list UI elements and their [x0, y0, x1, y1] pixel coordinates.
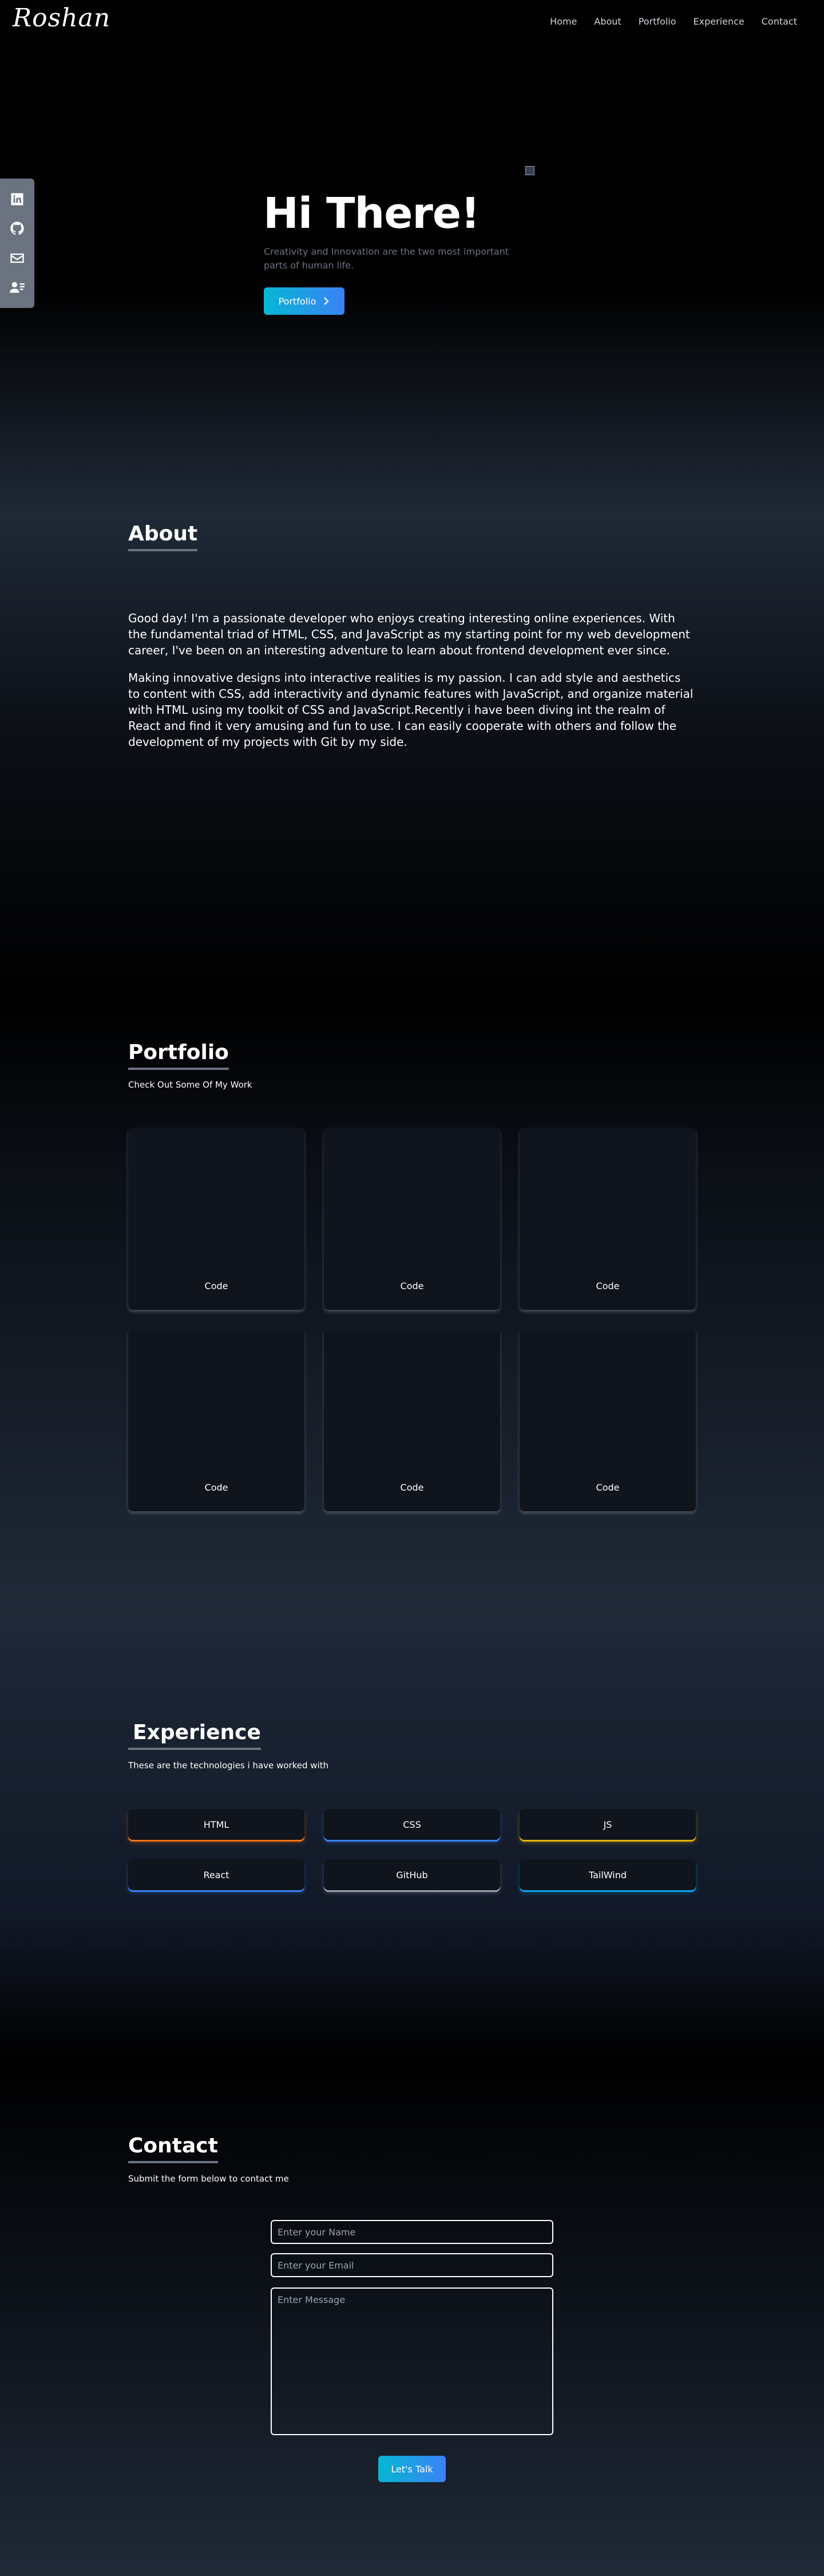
nav-home[interactable]: Home — [541, 16, 585, 27]
tech-html: HTML — [128, 1809, 304, 1840]
resume-icon[interactable] — [9, 279, 25, 295]
code-link[interactable]: Code — [324, 1281, 500, 1291]
github-icon[interactable] — [9, 220, 25, 236]
hero-subtitle: Creativity and Innovation are the two mo… — [264, 246, 509, 271]
about-title: About — [128, 522, 198, 551]
about-paragraph-2: Making innovative designs into interacti… — [128, 671, 694, 749]
message-textarea[interactable] — [271, 2287, 553, 2435]
tech-label: TailWind — [588, 1869, 627, 1880]
contact-title: Contact — [128, 2134, 218, 2163]
email-input[interactable] — [271, 2253, 553, 2277]
portfolio-card: Code — [520, 1329, 696, 1511]
code-link[interactable]: Code — [324, 1482, 500, 1493]
navbar: Roshan Home About Portfolio Experience C… — [0, 0, 824, 46]
page: Roshan Home About Portfolio Experience C… — [0, 0, 824, 2576]
code-link[interactable]: Code — [128, 1281, 304, 1291]
social-sidebar — [0, 179, 34, 308]
code-link[interactable]: Code — [520, 1281, 696, 1291]
experience-subtitle: These are the technologies i have worked… — [128, 1760, 329, 1771]
about-paragraph-1: Good day! I'm a passionate developer who… — [128, 611, 690, 657]
tech-tailwind: TailWind — [520, 1859, 696, 1890]
portfolio-card: Code — [128, 1329, 304, 1511]
portfolio-subtitle: Check Out Some Of My Work — [128, 1080, 252, 1090]
tech-js: JS — [520, 1809, 696, 1840]
mail-icon[interactable] — [9, 250, 25, 266]
nav-about[interactable]: About — [585, 16, 629, 27]
tech-label: CSS — [403, 1819, 421, 1830]
tech-label: HTML — [203, 1819, 229, 1830]
portfolio-card: Code — [128, 1128, 304, 1310]
nav-experience[interactable]: Experience — [685, 16, 753, 27]
nav-links: Home About Portfolio Experience Contact — [541, 16, 806, 27]
nav-contact[interactable]: Contact — [753, 16, 806, 27]
tech-css: CSS — [324, 1809, 500, 1840]
portfolio-card: Code — [520, 1128, 696, 1310]
tech-react: React — [128, 1859, 304, 1890]
chevron-right-icon — [324, 297, 329, 305]
portfolio-button-label: Portfolio — [278, 295, 316, 307]
contact-subtitle: Submit the form below to contact me — [128, 2174, 289, 2184]
tech-label: JS — [603, 1819, 612, 1830]
tech-label: GitHub — [396, 1869, 428, 1880]
code-link[interactable]: Code — [520, 1482, 696, 1493]
lets-talk-button[interactable]: Let's Talk — [378, 2456, 446, 2482]
hero-title: Hi There! — [263, 189, 480, 238]
portfolio-card: Code — [324, 1128, 500, 1310]
nav-portfolio[interactable]: Portfolio — [630, 16, 685, 27]
portfolio-title: Portfolio — [128, 1041, 229, 1070]
code-link[interactable]: Code — [128, 1482, 304, 1493]
portfolio-card: Code — [324, 1329, 500, 1511]
tech-github: GitHub — [324, 1859, 500, 1890]
name-input[interactable] — [271, 2220, 553, 2244]
linkedin-icon[interactable] — [9, 191, 25, 207]
experience-title: Experience — [128, 1721, 261, 1750]
logo[interactable]: Roshan — [13, 3, 110, 33]
hero-image — [525, 166, 534, 175]
tech-label: React — [203, 1869, 229, 1880]
portfolio-button[interactable]: Portfolio — [264, 287, 344, 315]
